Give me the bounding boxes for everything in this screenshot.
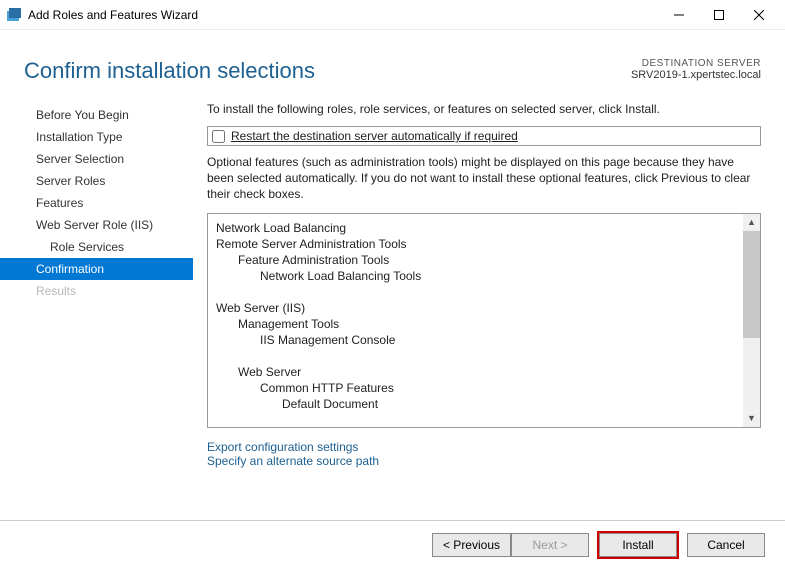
intro-text: To install the following roles, role ser…: [207, 102, 761, 116]
optional-features-note: Optional features (such as administratio…: [207, 154, 761, 203]
bottom-links: Export configuration settings Specify an…: [207, 440, 761, 468]
destination-value: SRV2019-1.xpertstec.local: [631, 69, 761, 81]
sidebar-item-web-server-role-iis-[interactable]: Web Server Role (IIS): [0, 214, 193, 236]
sidebar-item-role-services[interactable]: Role Services: [0, 236, 193, 258]
feature-list-item: Default Document: [216, 396, 752, 412]
sidebar-item-results: Results: [0, 280, 193, 302]
cancel-button[interactable]: Cancel: [687, 533, 765, 557]
export-config-link[interactable]: Export configuration settings: [207, 440, 761, 454]
install-button[interactable]: Install: [599, 533, 677, 557]
restart-checkbox-row[interactable]: Restart the destination server automatic…: [207, 126, 761, 146]
header-row: Confirm installation selections DESTINAT…: [0, 30, 785, 90]
alt-source-path-link[interactable]: Specify an alternate source path: [207, 454, 761, 468]
scrollbar: ▲ ▼: [743, 214, 760, 427]
feature-list-item: Network Load Balancing: [216, 220, 752, 236]
content-area: Before You BeginInstallation TypeServer …: [0, 90, 785, 520]
feature-list-item: Network Load Balancing Tools: [216, 268, 752, 284]
sidebar-item-confirmation[interactable]: Confirmation: [0, 258, 193, 280]
feature-list-item: IIS Management Console: [216, 332, 752, 348]
feature-list-item: Feature Administration Tools: [216, 252, 752, 268]
feature-list-item: Web Server (IIS): [216, 300, 752, 316]
feature-list-item: [216, 284, 752, 300]
maximize-button[interactable]: [699, 1, 739, 29]
feature-list-item: Management Tools: [216, 316, 752, 332]
features-listbox: Network Load BalancingRemote Server Admi…: [207, 213, 761, 428]
nav-button-group: < Previous Next >: [432, 533, 589, 557]
destination-label: DESTINATION SERVER: [631, 58, 761, 69]
sidebar-item-features[interactable]: Features: [0, 192, 193, 214]
scroll-track[interactable]: [743, 231, 760, 410]
scroll-up-button[interactable]: ▲: [743, 214, 760, 231]
feature-list-item: Common HTTP Features: [216, 380, 752, 396]
features-list-inner: Network Load BalancingRemote Server Admi…: [208, 214, 760, 427]
scroll-down-button[interactable]: ▼: [743, 410, 760, 427]
wizard-footer: < Previous Next > Install Cancel: [0, 520, 785, 568]
feature-list-item: Web Server: [216, 364, 752, 380]
destination-server-box: DESTINATION SERVER SRV2019-1.xpertstec.l…: [631, 58, 761, 81]
minimize-button[interactable]: [659, 1, 699, 29]
page-title: Confirm installation selections: [24, 58, 315, 84]
close-button[interactable]: [739, 1, 779, 29]
window-title: Add Roles and Features Wizard: [28, 8, 198, 22]
scroll-thumb[interactable]: [743, 231, 760, 338]
sidebar-item-before-you-begin[interactable]: Before You Begin: [0, 104, 193, 126]
window-controls: [659, 1, 779, 29]
restart-checkbox[interactable]: [212, 130, 225, 143]
app-icon: [6, 7, 22, 23]
sidebar-item-server-roles[interactable]: Server Roles: [0, 170, 193, 192]
previous-button[interactable]: < Previous: [432, 533, 511, 557]
restart-checkbox-label[interactable]: Restart the destination server automatic…: [231, 129, 518, 143]
sidebar-item-installation-type[interactable]: Installation Type: [0, 126, 193, 148]
window-titlebar: Add Roles and Features Wizard: [0, 0, 785, 30]
main-panel: To install the following roles, role ser…: [193, 90, 785, 520]
next-button: Next >: [511, 533, 589, 557]
wizard-sidebar: Before You BeginInstallation TypeServer …: [0, 90, 193, 520]
feature-list-item: [216, 348, 752, 364]
sidebar-item-server-selection[interactable]: Server Selection: [0, 148, 193, 170]
feature-list-item: Remote Server Administration Tools: [216, 236, 752, 252]
